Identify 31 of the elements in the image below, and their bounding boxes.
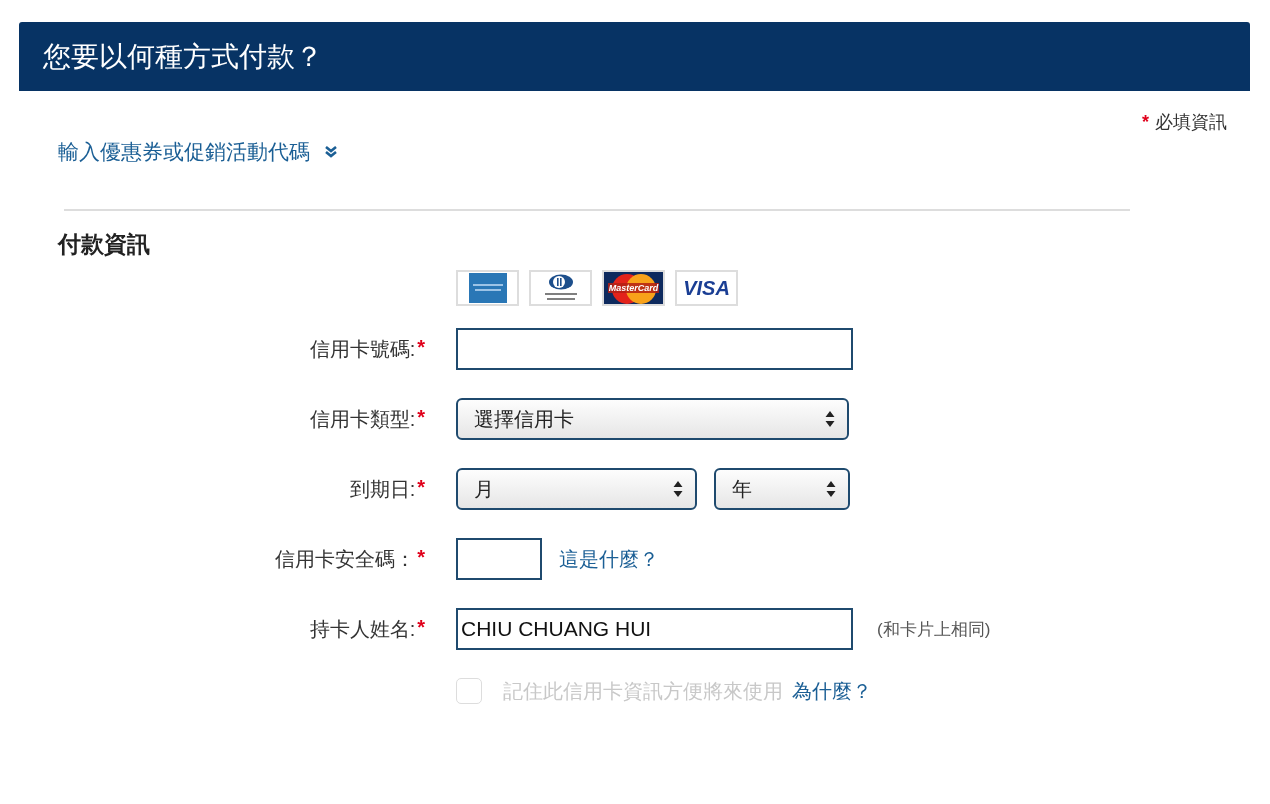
field-label: 持卡人姓名: (309, 616, 416, 642)
page-title: 您要以何種方式付款？ (43, 39, 323, 74)
required-asterisk: * (417, 405, 425, 430)
field-label: 信用卡號碼: (309, 336, 416, 362)
field-label: 信用卡類型: (309, 406, 416, 432)
section-title: 付款資訊 (58, 230, 151, 259)
field-label: 信用卡安全碼： (275, 546, 416, 572)
input-field[interactable] (456, 538, 542, 580)
help-link[interactable]: 這是什麼？ (559, 545, 659, 573)
card-logo (529, 270, 592, 306)
field-label: 到期日: (349, 476, 416, 502)
card-logo: MasterCard (602, 270, 665, 306)
required-asterisk: * (417, 475, 425, 500)
updown-icon (673, 480, 683, 498)
required-asterisk: * (417, 335, 425, 360)
updown-icon (826, 480, 836, 498)
input-field[interactable] (456, 328, 853, 370)
input-field[interactable]: CHIU CHUANG HUI (456, 608, 853, 650)
promo-code-link[interactable]: 輸入優惠券或促銷活動代碼 (58, 138, 338, 166)
updown-icon (825, 410, 835, 428)
card-logo (456, 270, 519, 306)
double-chevron-icon (324, 146, 338, 158)
card-logo: VISA (675, 270, 738, 306)
required-asterisk: * (417, 615, 425, 640)
required-note: 必填資訊 (1155, 111, 1227, 134)
required-asterisk: * (1142, 111, 1149, 133)
dropdown[interactable]: 選擇信用卡 (456, 398, 849, 440)
dropdown[interactable]: 月 (456, 468, 697, 510)
field-hint: (和卡片上相同) (877, 618, 991, 641)
required-asterisk: * (417, 545, 425, 570)
dropdown[interactable]: 年 (714, 468, 850, 510)
